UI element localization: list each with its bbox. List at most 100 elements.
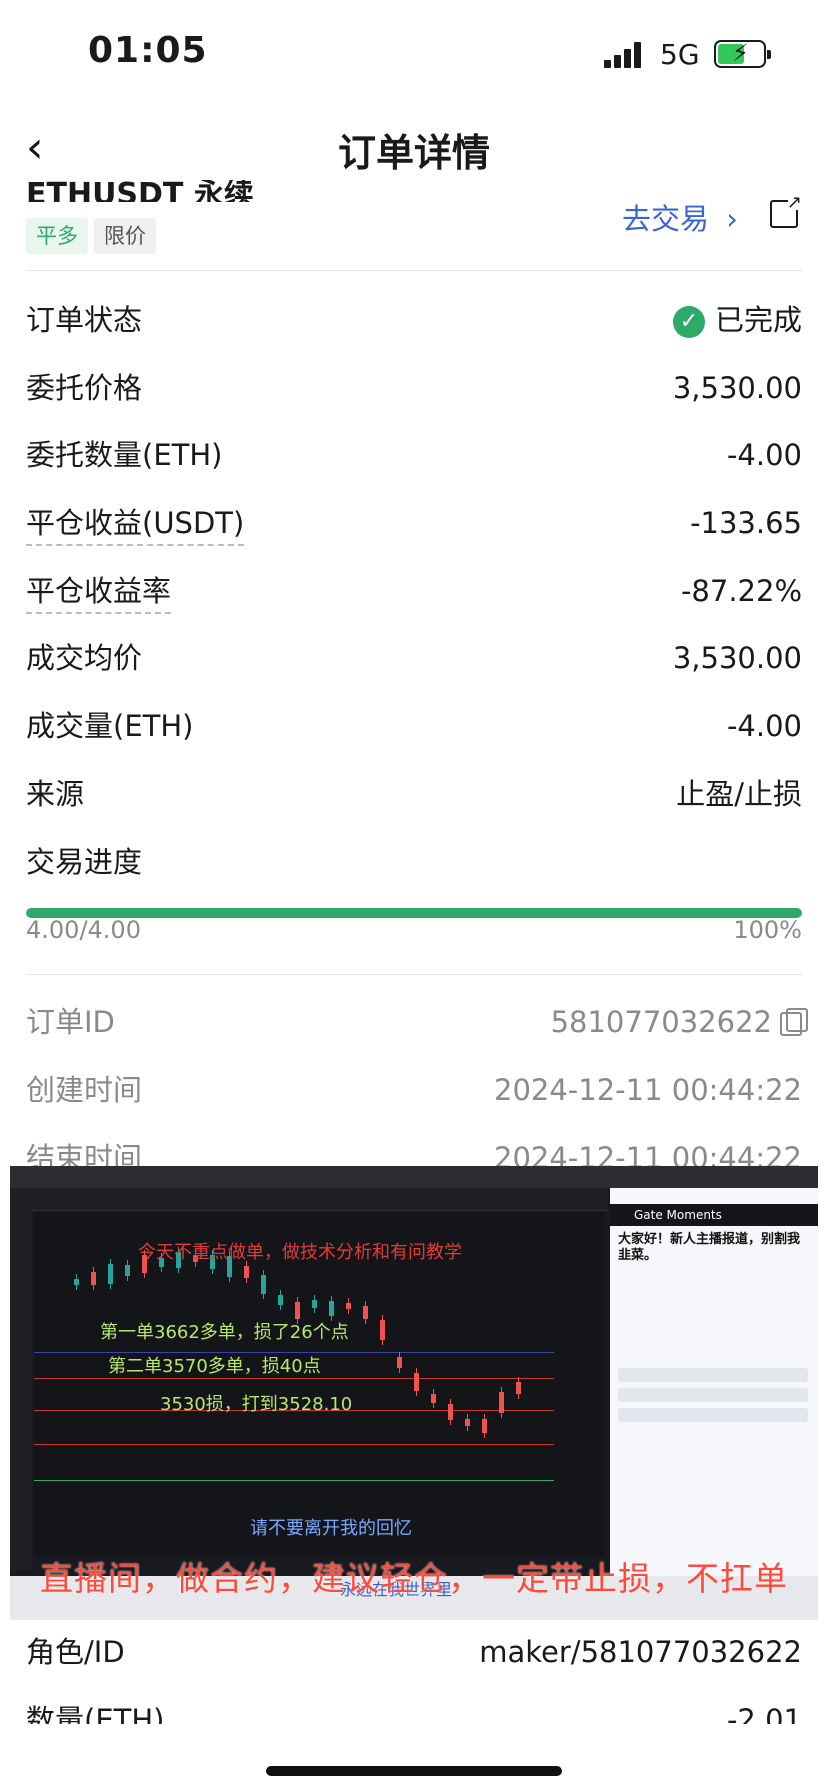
tag-type: 限价	[94, 218, 156, 254]
price-line	[34, 1444, 554, 1445]
candle-wick	[501, 1386, 502, 1418]
overlay-title-bar	[10, 1166, 818, 1188]
gate-post-title: 大家好！新人主播报道，别割我韭菜。	[618, 1232, 801, 1263]
row-created-time: 创建时间 2024-12-11 00:44:22	[26, 1060, 802, 1120]
candle-wick	[280, 1290, 281, 1310]
divider	[26, 270, 802, 271]
row-value: 3,530.00	[672, 641, 802, 675]
row-value: 3,530.00	[672, 371, 802, 405]
candle-wick	[518, 1377, 519, 1399]
candle-wick	[467, 1413, 468, 1431]
candle-wick	[110, 1259, 111, 1289]
gate-app-header: Gate Moments	[610, 1204, 818, 1226]
gate-moments-panel: Gate Moments 大家好！新人主播报道，别割我韭菜。	[610, 1188, 818, 1578]
candle-wick	[450, 1399, 451, 1425]
gate-list-item	[618, 1368, 808, 1382]
row-close-pnl[interactable]: 平仓收益(USDT) -133.65	[26, 493, 802, 553]
row-avg-price: 成交均价 3,530.00	[26, 628, 802, 688]
home-indicator[interactable]	[266, 1766, 562, 1776]
row-label: 角色/ID	[26, 1635, 125, 1669]
overlay-note-2: 第二单3570多单，损40点	[108, 1356, 321, 1377]
overlay-main-caption: 直播间，做合约，建议轻仓，一定带止损，不扛单	[40, 1559, 788, 1598]
row-label: 委托价格	[26, 371, 143, 405]
check-circle-icon: ✓	[672, 306, 705, 338]
row-progress: 交易进度	[26, 832, 802, 892]
signal-icon	[604, 42, 644, 68]
network-label: 5G	[660, 38, 700, 71]
candle-wick	[348, 1298, 349, 1314]
row-order-status: 订单状态 ✓ 已完成	[26, 290, 802, 350]
overlay-top-caption: 今天不重点做单，做技术分析和有问教学	[138, 1242, 462, 1263]
gate-list-item	[618, 1408, 808, 1422]
progress-percent: 100%	[733, 916, 802, 944]
row-order-id: 订单ID 581077032622	[26, 992, 808, 1052]
chevron-right-icon: ›	[726, 202, 738, 236]
candle-wick	[76, 1274, 77, 1290]
candle-wick	[416, 1368, 417, 1396]
row-value: -4.00	[726, 438, 802, 472]
row-fill-qty: 数量(ETH) -2.01	[26, 1690, 802, 1724]
row-value: 2024-12-11 00:44:22	[494, 1073, 802, 1107]
gate-list-item	[618, 1388, 808, 1402]
candle-wick	[382, 1315, 383, 1345]
chart-side-toolbar	[10, 1210, 32, 1570]
row-close-pnl-rate[interactable]: 平仓收益率 -87.22%	[26, 561, 802, 621]
candle-wick	[246, 1261, 247, 1283]
price-line	[34, 1480, 554, 1481]
trade-progress-bar	[26, 908, 802, 918]
row-label: 平仓收益率	[26, 561, 172, 621]
row-value: -133.65	[690, 506, 802, 540]
row-label: 平仓收益(USDT)	[26, 493, 245, 553]
row-order-price: 委托价格 3,530.00	[26, 358, 802, 418]
candle-wick	[263, 1269, 264, 1299]
status-bar: 01:05 5G ⚡	[0, 0, 828, 100]
row-label: 交易进度	[26, 845, 143, 879]
row-label: 来源	[26, 777, 85, 811]
chart-toolbar	[10, 1188, 608, 1211]
video-overlay[interactable]: 今天不重点做单，做技术分析和有问教学 第一单3662多单，损了26个点 第二单3…	[10, 1166, 818, 1620]
row-label: 成交均价	[26, 641, 143, 675]
share-icon[interactable]: ↗	[770, 194, 802, 228]
page-title: 订单详情	[337, 131, 490, 175]
row-value: maker/581077032622	[479, 1635, 802, 1669]
divider	[26, 974, 802, 975]
candle-wick	[127, 1259, 128, 1281]
copy-icon[interactable]	[780, 1008, 808, 1036]
battery-icon: ⚡	[714, 39, 771, 68]
progress-amount: 4.00/4.00	[26, 916, 141, 944]
row-filled-qty: 成交量(ETH) -4.00	[26, 696, 802, 756]
candle-wick	[314, 1295, 315, 1313]
candle-wick	[433, 1388, 434, 1408]
row-label: 订单ID	[26, 1005, 115, 1039]
overlay-note-3: 3530损，打到3528.10	[160, 1394, 353, 1415]
overlay-note-1: 第一单3662多单，损了26个点	[100, 1322, 349, 1343]
price-line	[34, 1378, 554, 1379]
row-label: 数量(ETH)	[26, 1703, 165, 1724]
tag-side: 平多	[26, 218, 88, 254]
go-trade-label: 去交易	[622, 202, 710, 236]
row-value: 止盈/止损	[676, 777, 802, 811]
row-label: 订单状态	[26, 303, 143, 337]
row-order-qty: 委托数量(ETH) -4.00	[26, 425, 802, 485]
candle-wick	[93, 1266, 94, 1290]
row-source: 来源 止盈/止损	[26, 764, 802, 824]
symbol-title: ETHUSDT 永续	[26, 180, 254, 202]
row-label: 成交量(ETH)	[26, 709, 194, 743]
go-trade-link[interactable]: 去交易 ›	[622, 196, 738, 238]
progress-fill	[26, 908, 802, 918]
candle-wick	[365, 1300, 366, 1324]
row-label: 委托数量(ETH)	[26, 438, 223, 472]
row-value: -4.00	[726, 709, 802, 743]
row-value: -87.22%	[680, 574, 802, 608]
row-value: 581077032622	[550, 992, 808, 1052]
candle-wick	[484, 1414, 485, 1438]
status-time: 01:05	[88, 30, 208, 71]
row-label: 创建时间	[26, 1073, 143, 1107]
row-value: ✓ 已完成	[672, 290, 802, 350]
order-id-value: 581077032622	[550, 1005, 772, 1039]
candle-wick	[399, 1351, 400, 1373]
status-value: 已完成	[714, 303, 802, 337]
row-role-id: 角色/ID maker/581077032622	[26, 1622, 802, 1682]
overlay-mid-caption: 请不要离开我的回忆	[250, 1518, 412, 1539]
row-value: -2.01	[726, 1703, 802, 1724]
